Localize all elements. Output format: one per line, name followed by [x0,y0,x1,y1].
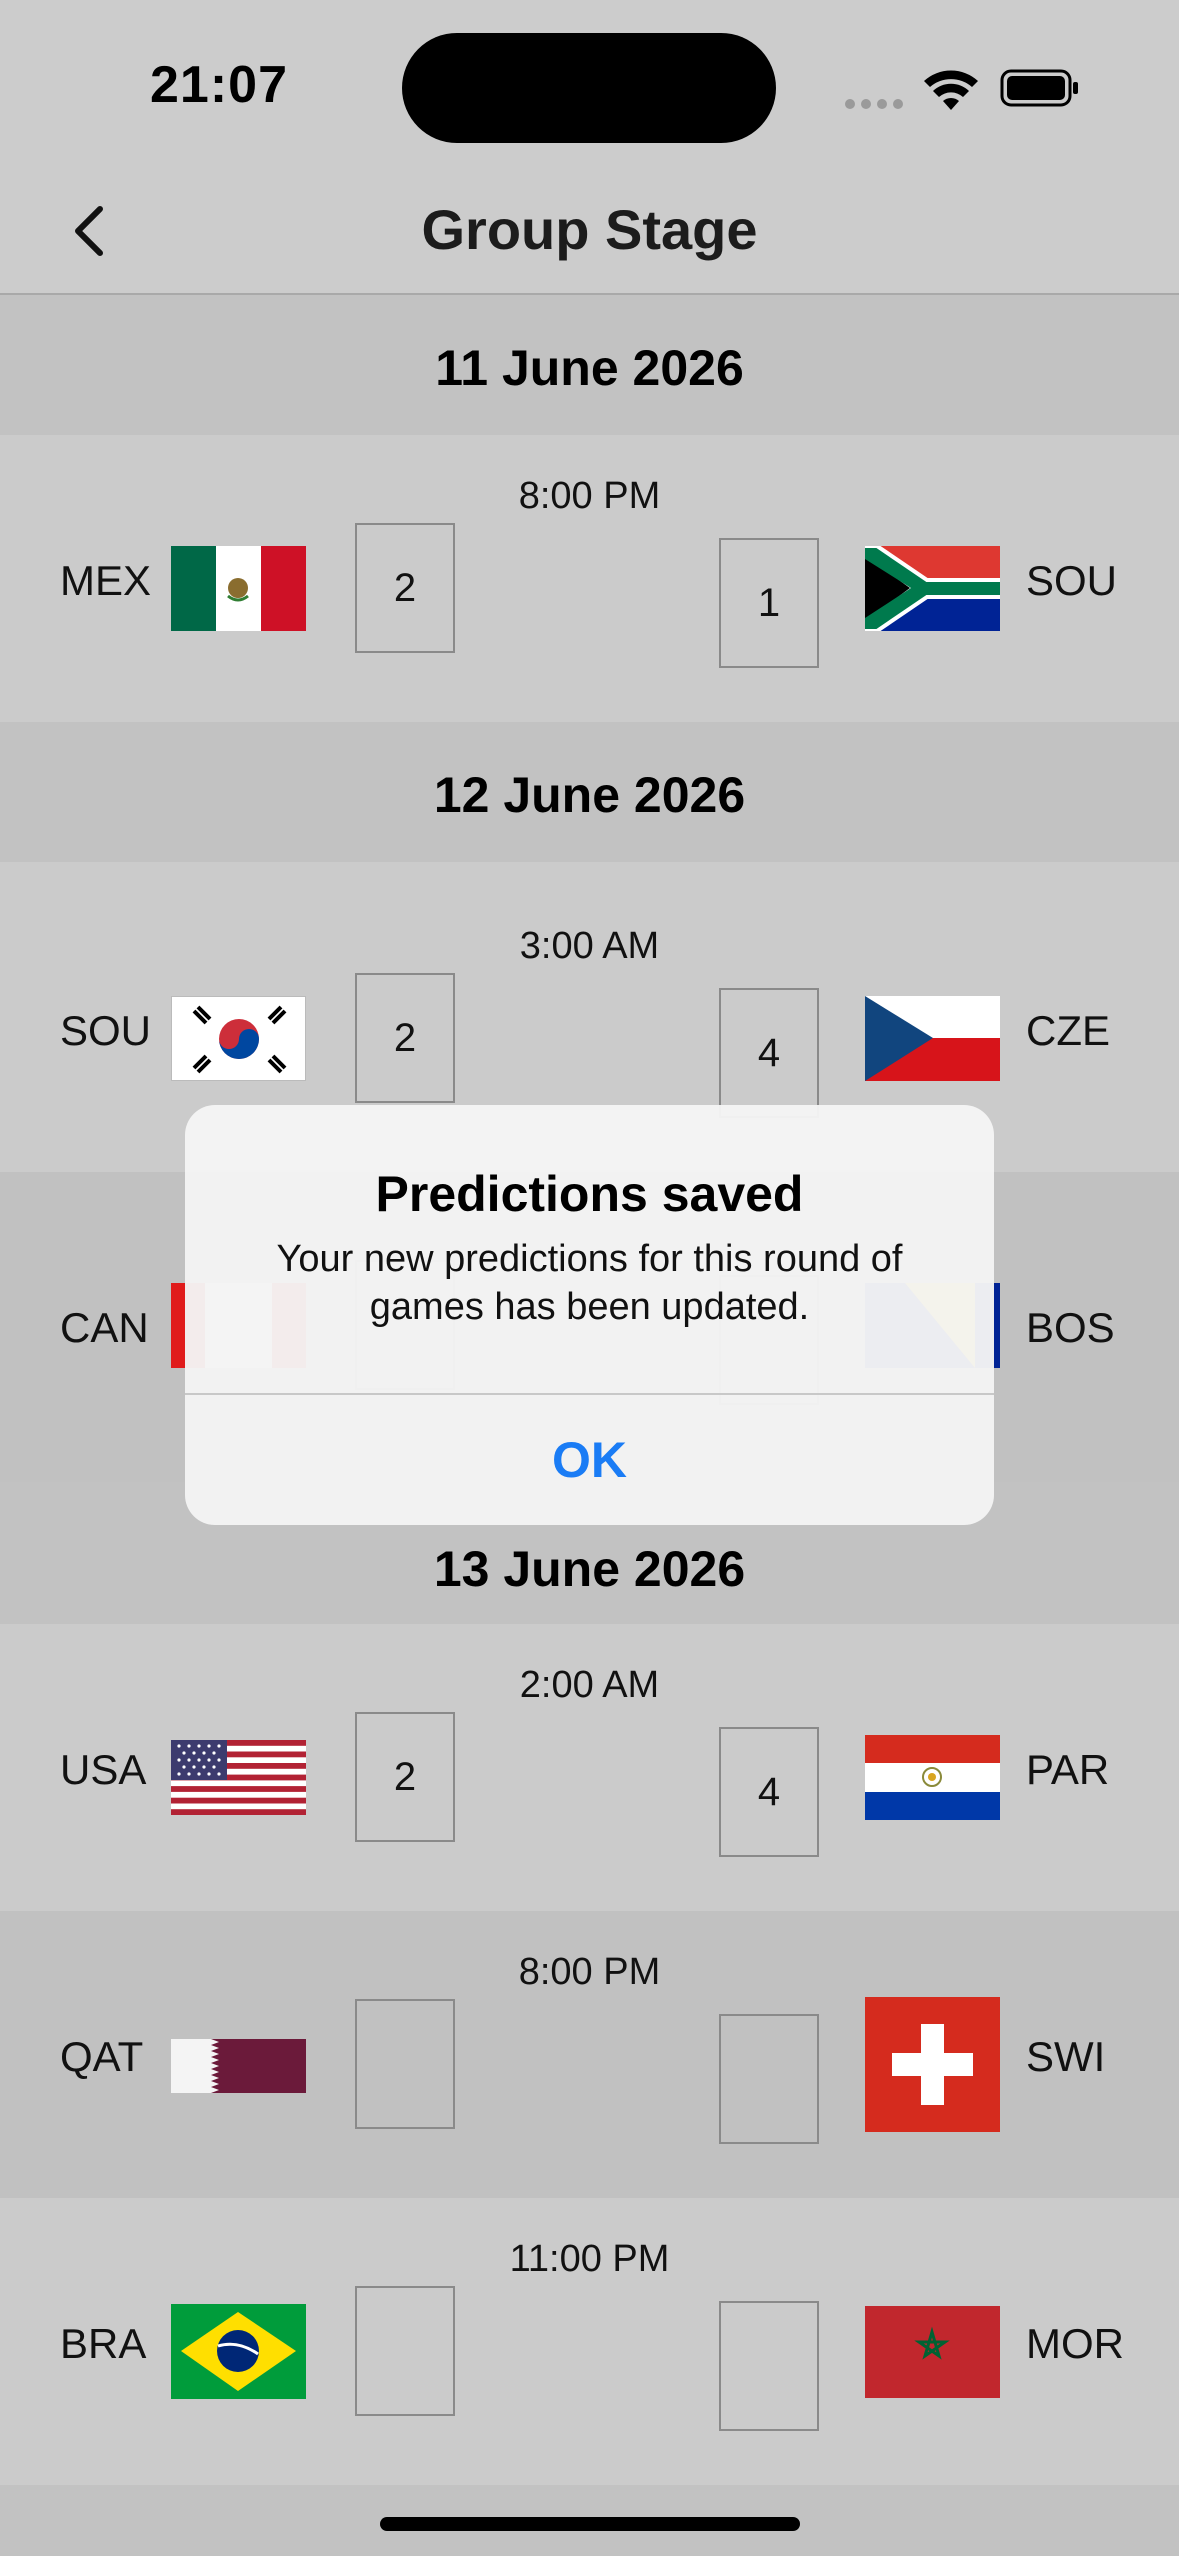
date-label: 12 June 2026 [433,767,746,823]
home-score-input[interactable] [355,2286,455,2416]
battery-icon [1000,69,1078,107]
status-bar: 21:07 [0,0,1179,175]
home-score-input[interactable]: 2 [355,523,455,653]
morocco-flag-icon [865,2306,1000,2398]
south-africa-flag-icon [865,546,1000,631]
ok-button[interactable]: OK [185,1395,994,1525]
away-score-input[interactable]: 4 [719,1727,819,1857]
home-indicator[interactable] [380,2517,800,2531]
wifi-icon [924,70,978,110]
alert-message: Your new predictions for this round of g… [276,1238,903,1328]
switzerland-flag-icon [865,1997,1000,2132]
dynamic-island [402,33,776,143]
paraguay-flag-icon [865,1735,1000,1820]
match-row: 11:00 PM BRA MOR [0,2198,1179,2485]
date-header: 11 June 2026 [0,295,1179,435]
away-team-code: SWI [1026,2033,1106,2080]
south-korea-flag-icon [171,996,306,1081]
away-team-code: SOU [1026,557,1118,604]
away-score-input[interactable]: 4 [719,988,819,1118]
match-row: 2:00 AM USA 2 4 PAR [0,1624,1179,1911]
qatar-flag-icon [171,2039,306,2093]
date-label: 13 June 2026 [433,1541,746,1597]
match-row: 8:00 PM QAT SWI [0,1911,1179,2198]
match-time: 8:00 PM [518,475,661,517]
predictions-saved-alert: Predictions saved Your new predictions f… [185,1105,994,1525]
match-row: 8:00 PM MEX 2 1 SOU [0,435,1179,722]
status-time: 21:07 [150,56,288,114]
home-team-code: BRA [60,2320,147,2367]
home-team-code: QAT [60,2033,144,2080]
away-score-input[interactable] [719,2014,819,2144]
home-team-code: SOU [60,1007,152,1054]
date-label: 11 June 2026 [435,340,744,396]
cellular-signal-icon [845,96,909,114]
home-team-code: CAN [60,1304,149,1351]
away-team-code: BOS [1026,1304,1115,1351]
date-header: 12 June 2026 [0,722,1179,862]
away-score-input[interactable] [719,2301,819,2431]
home-team-code: USA [60,1746,147,1793]
alert-title: Predictions saved [375,1166,804,1222]
home-score-input[interactable] [355,1999,455,2129]
brazil-flag-icon [171,2304,306,2399]
home-team-code: MEX [60,557,152,604]
screen: 21:07 Group Stage 11 June 2026 8:00 PM M… [0,0,1179,2556]
away-team-code: MOR [1026,2320,1124,2367]
home-score-input[interactable]: 2 [355,1712,455,1842]
match-time: 11:00 PM [509,2238,670,2280]
away-score-input[interactable]: 1 [719,538,819,668]
usa-flag-icon [171,1740,306,1815]
match-time: 3:00 AM [519,925,660,967]
czech-flag-icon [865,996,1000,1081]
home-score-input[interactable]: 2 [355,973,455,1103]
page-title: Group Stage [421,198,758,261]
navigation-bar: Group Stage [0,175,1179,295]
away-team-code: PAR [1026,1746,1110,1793]
match-time: 8:00 PM [518,1951,661,1993]
mexico-flag-icon [171,546,306,631]
match-time: 2:00 AM [519,1664,660,1706]
away-team-code: CZE [1026,1007,1110,1054]
